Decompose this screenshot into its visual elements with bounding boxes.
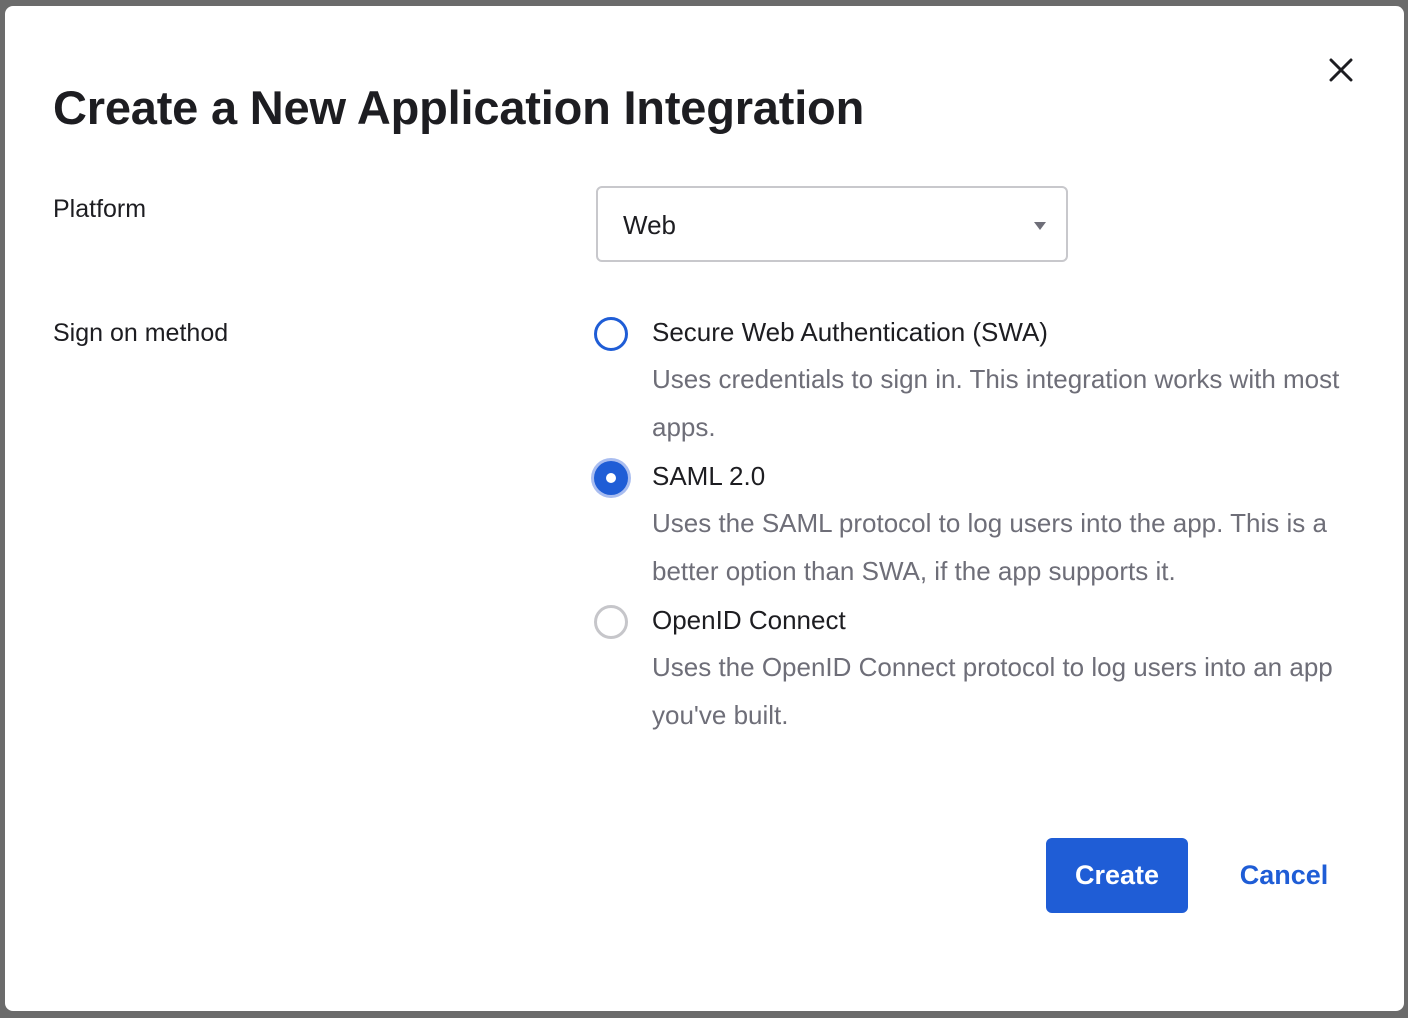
swa-radio[interactable] [594, 317, 628, 351]
oidc-option-description: Uses the OpenID Connect protocol to log … [652, 652, 1333, 730]
create-button[interactable]: Create [1046, 838, 1188, 913]
create-app-integration-dialog: Create a New Application Integration Pla… [5, 6, 1404, 1011]
platform-select[interactable]: Web [596, 186, 1068, 262]
cancel-button[interactable]: Cancel [1225, 838, 1343, 913]
oidc-radio[interactable] [594, 605, 628, 639]
sign-on-option-swa: Secure Web Authentication (SWA) Uses cre… [594, 317, 1374, 447]
caret-down-icon [1034, 222, 1046, 230]
platform-label: Platform [53, 195, 147, 223]
swa-option-description: Uses credentials to sign in. This integr… [652, 364, 1340, 442]
saml-option-description: Uses the SAML protocol to log users into… [652, 508, 1327, 586]
sign-on-option-saml: SAML 2.0 Uses the SAML protocol to log u… [594, 461, 1374, 591]
sign-on-method-label: Sign on method [53, 319, 229, 347]
close-button[interactable] [1323, 52, 1359, 88]
swa-option-label[interactable]: Secure Web Authentication (SWA) [652, 317, 1048, 348]
close-icon [1329, 58, 1353, 82]
oidc-option-label[interactable]: OpenID Connect [652, 605, 846, 636]
platform-select-value: Web [623, 210, 676, 240]
dialog-title: Create a New Application Integration [53, 81, 865, 134]
radio-selected-dot [606, 473, 616, 483]
saml-option-label[interactable]: SAML 2.0 [652, 461, 765, 492]
saml-radio[interactable] [594, 461, 628, 495]
sign-on-option-oidc: OpenID Connect Uses the OpenID Connect p… [594, 605, 1374, 735]
